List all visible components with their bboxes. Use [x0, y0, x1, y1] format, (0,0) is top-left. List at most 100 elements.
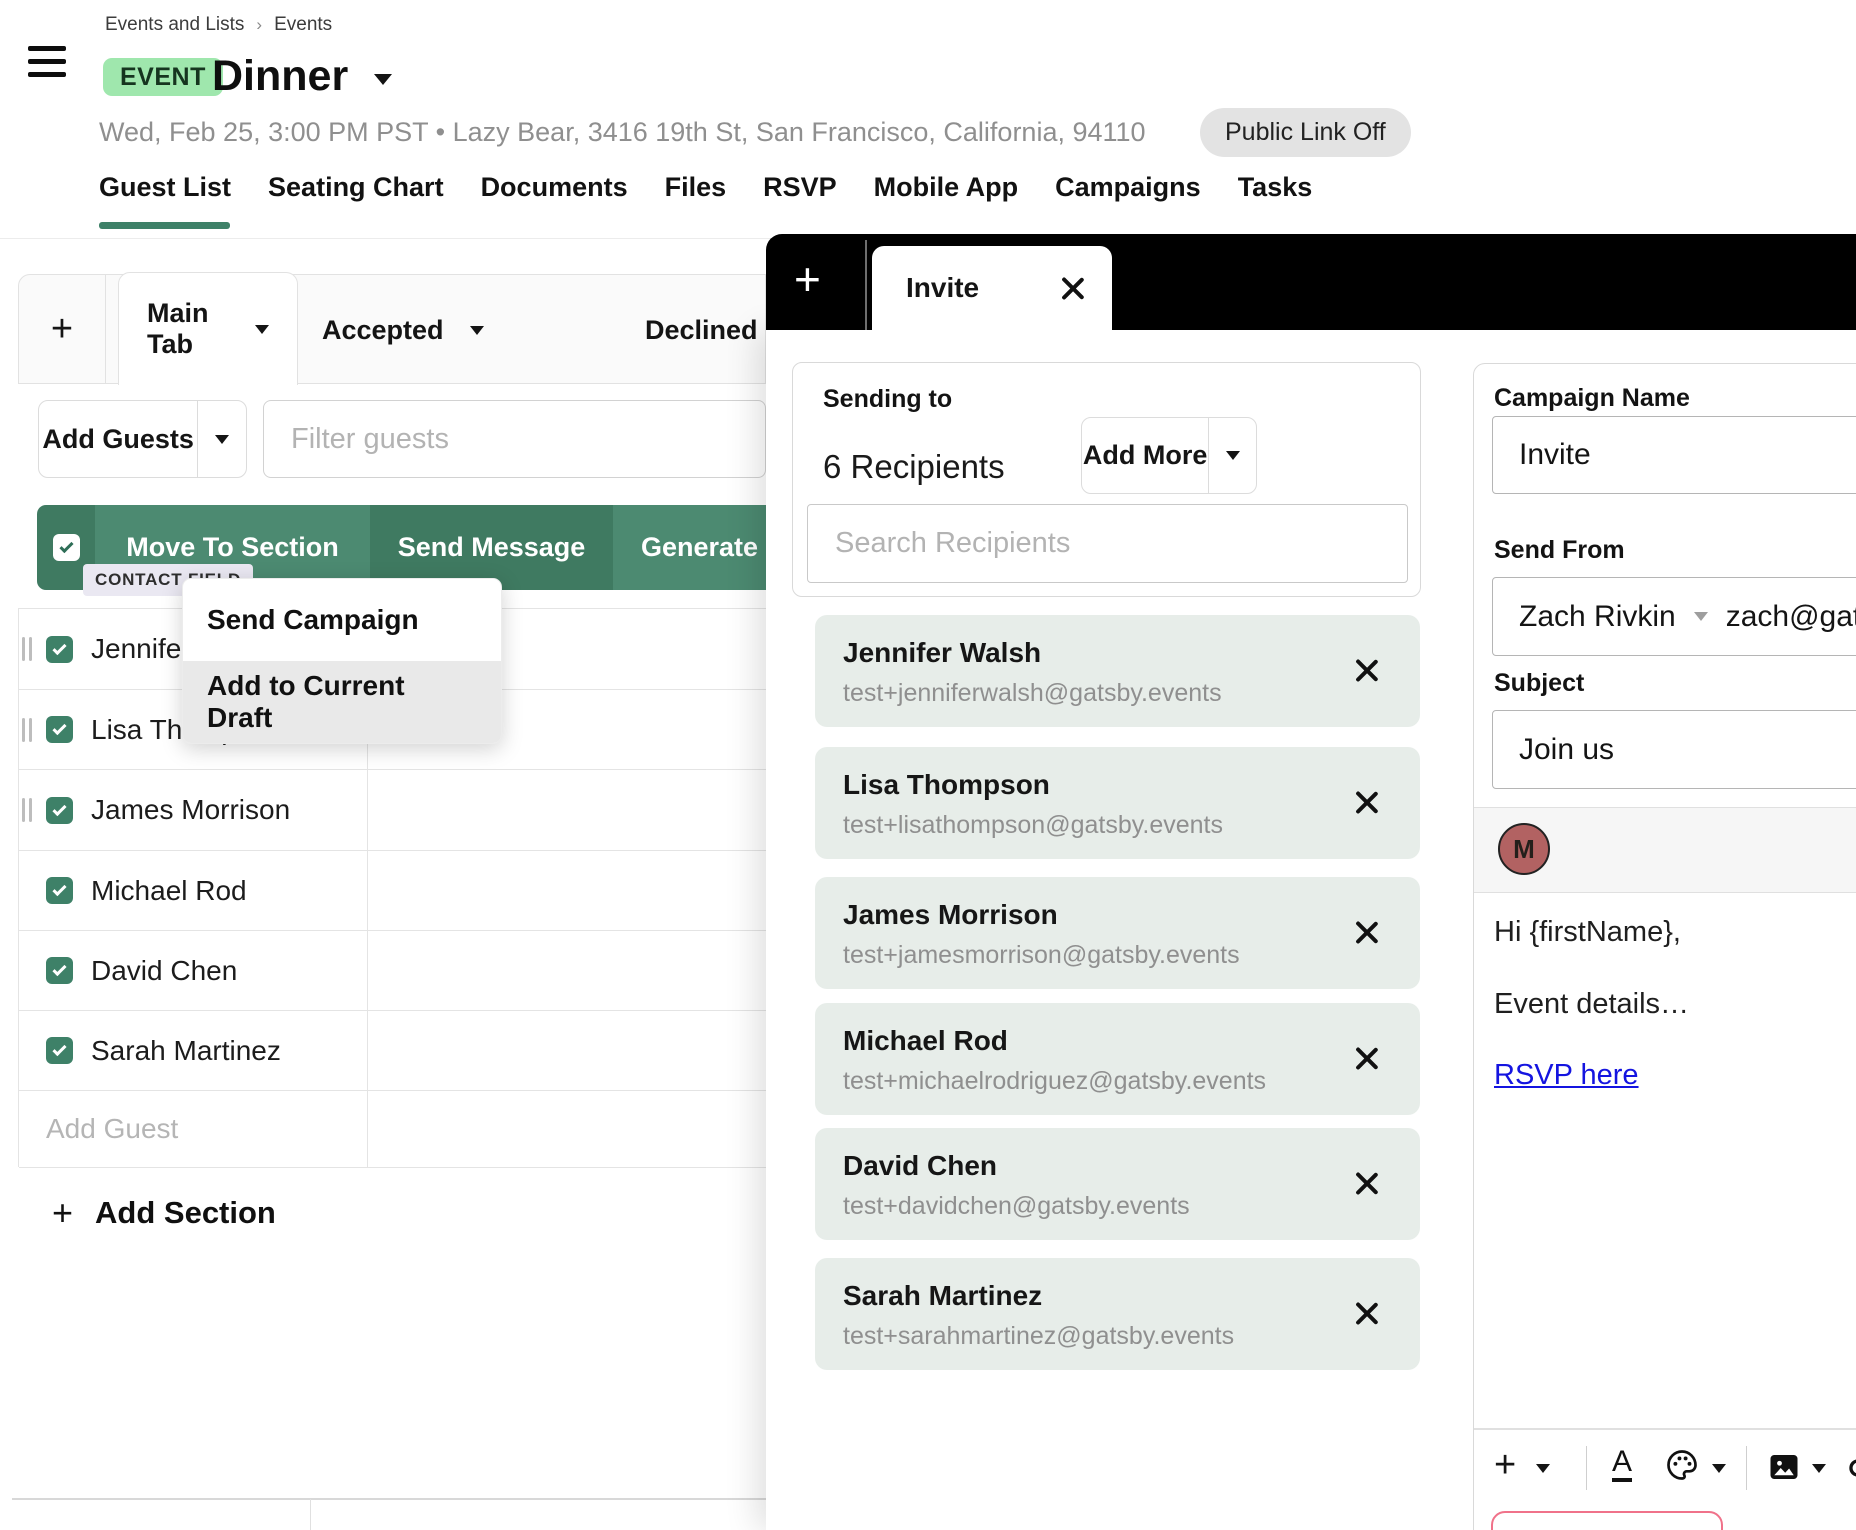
drag-handle-icon[interactable]	[22, 718, 32, 742]
subject-input[interactable]: Join us	[1492, 710, 1856, 789]
drag-handle-icon[interactable]	[22, 637, 32, 661]
active-tab-indicator	[99, 222, 230, 229]
remove-recipient-icon[interactable]	[1354, 1300, 1380, 1326]
add-guests-button[interactable]: Add Guests	[39, 401, 197, 477]
campaign-tab-bar: + Invite	[766, 234, 1856, 330]
select-all-checkbox[interactable]	[53, 534, 80, 561]
add-more-dropdown-button[interactable]	[1208, 418, 1256, 493]
breadcrumb: Events and Lists › Events	[105, 14, 332, 36]
close-campaign-icon[interactable]	[1060, 275, 1086, 301]
tab-main-tab[interactable]: Main Tab	[118, 272, 298, 385]
insert-merge-field-icon[interactable]: +	[1494, 1444, 1516, 1487]
guest-row-david[interactable]: David Chen	[19, 931, 766, 1011]
breadcrumb-events[interactable]: Events	[274, 14, 332, 36]
guest-checkbox[interactable]	[46, 797, 73, 824]
toolbar-divider	[1586, 1446, 1587, 1490]
guest-checkbox[interactable]	[46, 957, 73, 984]
send-from-caret-icon	[1694, 612, 1708, 621]
plus-icon: +	[52, 1192, 73, 1234]
add-guests-split-button[interactable]: Add Guests	[38, 400, 247, 478]
recipient-count: 6 Recipients	[823, 448, 1005, 486]
new-campaign-tab-button[interactable]: +	[794, 256, 821, 302]
send-from-select[interactable]: Zach Rivkin zach@gat	[1492, 577, 1856, 656]
image-caret-icon[interactable]	[1812, 1464, 1826, 1473]
guest-row-james[interactable]: James Morrison	[19, 770, 766, 851]
add-guest-row[interactable]: Add Guest	[19, 1091, 766, 1168]
breadcrumb-events-and-lists[interactable]: Events and Lists	[105, 14, 244, 36]
tab-files[interactable]: Files	[665, 172, 727, 203]
guest-row-sarah[interactable]: Sarah Martinez	[19, 1011, 766, 1091]
tab-rsvp[interactable]: RSVP	[763, 172, 837, 203]
tab-declined[interactable]: Declined	[645, 305, 758, 355]
editor-toolbar-divider	[1474, 1428, 1856, 1430]
event-datetime-location: Wed, Feb 25, 3:00 PM PST • Lazy Bear, 34…	[99, 117, 1146, 148]
breadcrumb-separator: ›	[256, 15, 262, 35]
tab-tasks[interactable]: Tasks	[1238, 172, 1313, 203]
sender-avatar: M	[1498, 823, 1550, 875]
guest-row-michael[interactable]: Michael Rod	[19, 851, 766, 931]
recipient-card: Michael Rod test+michaelrodriguez@gatsby…	[815, 1003, 1420, 1115]
tab-accepted[interactable]: Accepted	[322, 305, 484, 355]
add-more-split-button[interactable]: Add More	[1081, 417, 1257, 494]
tab-mobile-app[interactable]: Mobile App	[874, 172, 1018, 203]
theme-palette-icon[interactable]	[1664, 1447, 1700, 1483]
add-more-caret-icon	[1226, 451, 1240, 460]
generate-button[interactable]: Generate	[613, 505, 766, 590]
email-body-greeting[interactable]: Hi {firstName},	[1494, 916, 1681, 949]
add-more-button[interactable]: Add More	[1082, 418, 1208, 493]
subject-label: Subject	[1494, 669, 1584, 698]
rsvp-link[interactable]: RSVP here	[1494, 1059, 1639, 1092]
tab-guest-list[interactable]: Guest List	[99, 172, 231, 203]
main-nav: Guest List Seating Chart Documents Files…	[99, 172, 1312, 203]
recipient-card: David Chen test+davidchen@gatsby.events	[815, 1128, 1420, 1240]
add-section-button[interactable]: + Add Section	[52, 1192, 276, 1234]
event-type-badge: EVENT	[103, 58, 223, 96]
guest-checkbox[interactable]	[46, 636, 73, 663]
next-section-column-divider	[310, 1499, 311, 1530]
tab-documents[interactable]: Documents	[481, 172, 628, 203]
menu-item-send-campaign[interactable]: Send Campaign	[183, 579, 501, 661]
title-dropdown-caret-icon[interactable]	[374, 74, 392, 85]
send-message-dropdown-menu: Send Campaign Add to Current Draft	[182, 578, 502, 744]
hamburger-menu-icon[interactable]	[28, 46, 66, 85]
campaign-name-input[interactable]: Invite	[1492, 416, 1856, 494]
menu-item-add-to-current-draft[interactable]: Add to Current Draft	[183, 661, 501, 743]
add-guests-dropdown-button[interactable]	[197, 401, 246, 477]
sending-to-label: Sending to	[823, 385, 952, 414]
search-recipients-input[interactable]: Search Recipients	[807, 504, 1408, 583]
sending-to-panel: Sending to 6 Recipients Add More Search …	[792, 362, 1421, 597]
tab-campaigns[interactable]: Campaigns	[1055, 172, 1201, 203]
text-color-icon[interactable]: A	[1612, 1446, 1632, 1482]
drag-handle-icon[interactable]	[22, 798, 32, 822]
page-title: Dinner	[212, 52, 348, 101]
recipient-card: Jennifer Walsh test+jenniferwalsh@gatsby…	[815, 615, 1420, 727]
remove-recipient-icon[interactable]	[1354, 1170, 1380, 1196]
filter-guests-input[interactable]: Filter guests	[263, 400, 766, 478]
campaign-tab-invite[interactable]: Invite	[872, 246, 1112, 330]
remove-recipient-icon[interactable]	[1354, 1045, 1380, 1071]
main-tab-caret-icon[interactable]	[255, 325, 269, 334]
insert-image-icon[interactable]	[1766, 1449, 1802, 1485]
palette-caret-icon[interactable]	[1712, 1464, 1726, 1473]
recipient-card: Sarah Martinez test+sarahmartinez@gatsby…	[815, 1258, 1420, 1370]
insert-caret-icon[interactable]	[1536, 1464, 1550, 1473]
remove-recipient-icon[interactable]	[1354, 657, 1380, 683]
discard-draft-button[interactable]: Discard Draft	[1491, 1511, 1723, 1530]
insert-link-icon[interactable]	[1846, 1449, 1856, 1487]
remove-recipient-icon[interactable]	[1354, 919, 1380, 945]
public-link-toggle[interactable]: Public Link Off	[1200, 108, 1411, 157]
campaign-settings-panel: Campaign Name Invite Send From Zach Rivk…	[1473, 363, 1856, 1530]
guest-checkbox[interactable]	[46, 1037, 73, 1064]
email-body-details[interactable]: Event details…	[1494, 988, 1689, 1021]
accepted-tab-caret-icon[interactable]	[470, 326, 484, 335]
remove-recipient-icon[interactable]	[1354, 789, 1380, 815]
add-guests-caret-icon	[215, 435, 229, 444]
add-section-tab-button[interactable]: +	[18, 274, 106, 384]
guest-checkbox[interactable]	[46, 877, 73, 904]
next-section-partial	[12, 1498, 766, 1530]
tab-seating-chart[interactable]: Seating Chart	[268, 172, 444, 203]
campaign-modal-body: Sending to 6 Recipients Add More Search …	[766, 330, 1856, 1530]
app-screen: Events and Lists › Events EVENT Dinner W…	[0, 0, 1856, 1530]
campaign-name-label: Campaign Name	[1494, 384, 1690, 413]
guest-checkbox[interactable]	[46, 716, 73, 743]
